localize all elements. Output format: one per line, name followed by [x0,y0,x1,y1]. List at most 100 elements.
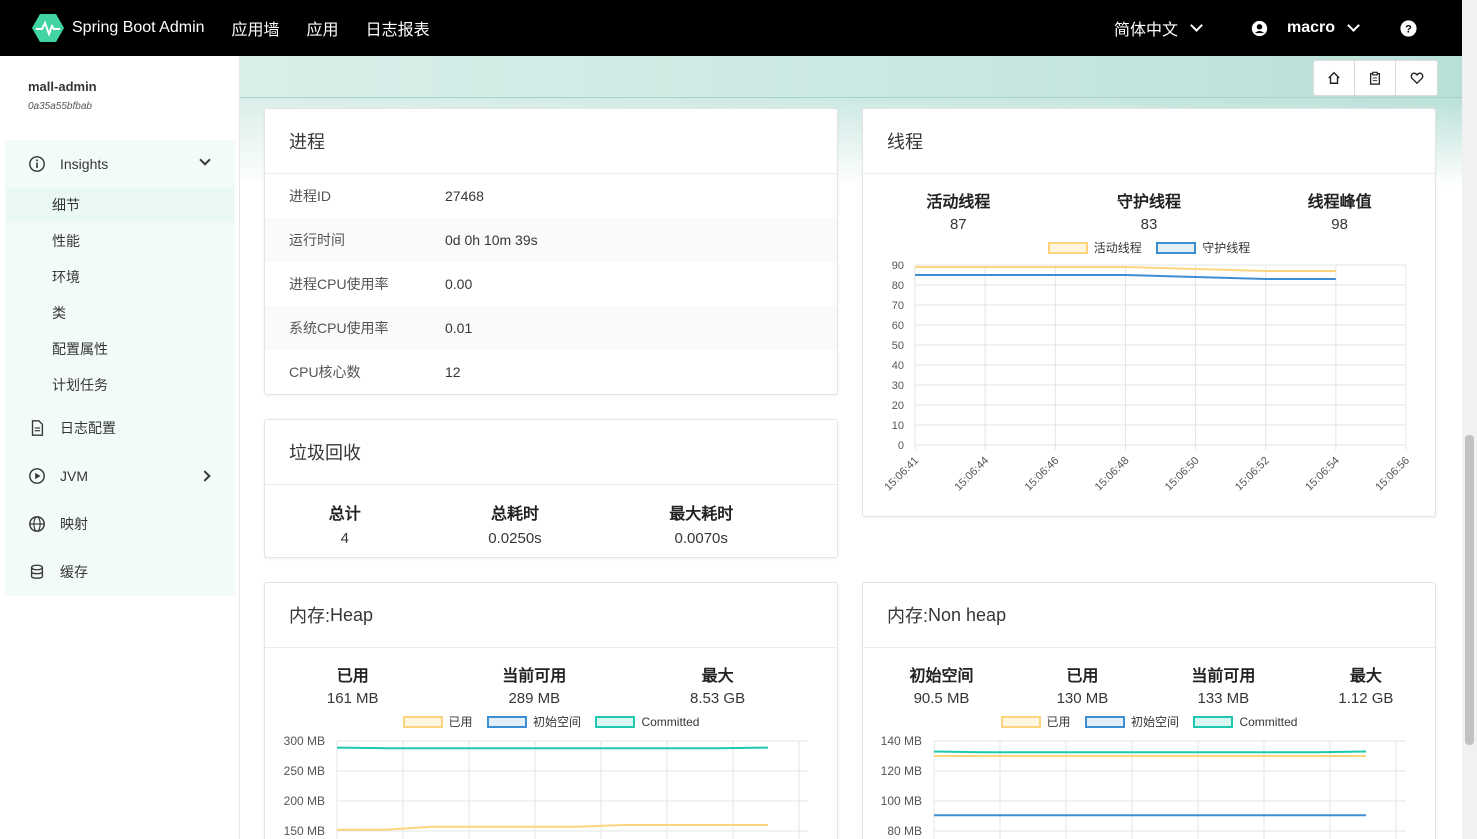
sidebar-item-details[interactable]: 细节 [6,188,234,221]
gc-stat-time: 总耗时 0.0250s [488,500,541,547]
username: macro [1286,19,1335,36]
sidebar: mall-admin 0a35a55bfbab Insights 细节 性能 环… [0,56,240,839]
chevron-down-icon [1190,18,1203,32]
heap-stat-committed: 当前可用 289 MB [502,662,566,707]
sidebar-item-logfile[interactable]: 日志配置 [5,404,235,452]
chevron-down-icon [199,154,211,166]
x-tick-label: 15:06:54 [1303,455,1342,494]
gc-card: 垃圾回收 总计 4 总耗时 0.0250s 最大耗时 0.0070s [264,419,838,558]
nav-wallboard[interactable]: 应用墙 [232,16,280,40]
sidebar-item-environment[interactable]: 环境 [6,260,234,293]
threads-chart: 0 10 20 30 40 50 60 70 80 90 15:06:41 15:06:44 15:06… [882,260,1412,494]
stat-label: 总计 [328,506,361,523]
process-card: 进程 进程ID 27468 运行时间 0d 0h 10m 39s 进程CPU使用率 0… [264,108,838,395]
legend-label: 活动线程 [1093,241,1142,255]
home-icon [1328,71,1340,84]
globe-icon [29,516,45,532]
heap-stat-used: 已用 161 MB [327,662,379,707]
legend-item[interactable]: 初始空间 [1084,713,1179,730]
clipboard-button[interactable] [1355,61,1396,95]
sidebar-item-scheduledtasks[interactable]: 计划任务 [6,368,234,401]
y-tick-label: 0 [898,440,904,452]
thread-stat-live: 活动线程 87 [926,188,990,233]
threads-card: 线程 活动线程 87 守护线程 83 线程峰值 98 活动线程 守护线程 0 10 20 3… [862,108,1436,517]
scrollbar-thumb[interactable] [1465,435,1474,745]
sidebar-item-configprops[interactable]: 配置属性 [6,332,234,365]
threads-stats: 活动线程 87 守护线程 83 线程峰值 98 [863,174,1435,233]
stat-value: 1.12 GB [1338,690,1394,707]
legend-swatch [486,715,527,728]
x-tick-label: 15:06:46 [1023,455,1062,494]
row-key: 运行时间 [289,232,345,248]
nonheap-stat-max: 最大 1.12 GB [1338,662,1393,707]
series-line [336,746,769,750]
app-id: 0a35a55bfbab [28,101,92,112]
row-key: 进程ID [289,188,331,204]
title-prefix: 内存: [887,606,929,626]
chevron-down-icon [1347,18,1360,32]
nonheap-stat-committed: 当前可用 133 MB [1191,662,1255,707]
nav-applications[interactable]: 应用 [307,16,339,40]
legend-item[interactable]: 已用 [1000,713,1071,730]
y-tick-label: 80 MB [887,824,922,838]
legend-item[interactable]: 初始空间 [486,713,581,730]
legend-item[interactable]: Committed [1193,715,1297,729]
heart-button[interactable] [1396,61,1437,95]
scrollbar[interactable] [1462,0,1477,839]
y-tick-label: 60 [892,320,904,332]
row-value: 0.01 [445,320,473,336]
y-tick-label: 80 [892,280,904,292]
help-icon[interactable]: ? [1400,19,1417,37]
gc-stat-total: 总计 4 [329,500,361,547]
brand[interactable]: Spring Boot Admin [32,12,205,44]
legend-label: 守护线程 [1202,241,1251,255]
row-key: 进程CPU使用率 [289,276,389,292]
thread-stat-peak: 线程峰值 98 [1308,188,1372,233]
stat-label: 守护线程 [1116,194,1181,211]
sidebar-item-beans[interactable]: 类 [6,296,234,329]
home-button[interactable] [1314,61,1355,95]
gc-stats: 总计 4 总耗时 0.0250s 最大耗时 0.0070s [265,485,837,547]
heap-stats: 已用 161 MB 当前可用 289 MB 最大 8.53 GB [265,648,837,707]
user-menu[interactable]: macro [1251,18,1360,37]
stat-value: 8.53 GB [690,690,746,707]
legend-item[interactable]: 活动线程 [1047,239,1142,256]
toolbar [1313,60,1438,96]
row-key: CPU核心数 [289,364,361,380]
stat-value: 0.0250s [488,530,542,547]
y-tick-label: 20 [892,400,904,412]
stat-label: 当前可用 [502,668,567,685]
legend-item[interactable]: 已用 [402,713,473,730]
legend-swatch [1084,715,1125,728]
x-tick-label: 15:06:56 [1373,455,1412,494]
table-row: 运行时间 0d 0h 10m 39s [265,218,837,262]
legend-item[interactable]: 守护线程 [1156,239,1250,256]
table-row: 进程ID 27468 [265,174,837,218]
nav-journal[interactable]: 日志报表 [366,16,430,40]
sidebar-item-caches[interactable]: 缓存 [5,548,235,596]
gc-stat-max: 最大耗时 0.0070s [669,500,733,547]
stat-label: 已用 [1066,668,1099,685]
table-row: CPU核心数 12 [265,350,837,394]
language-selector[interactable]: 简体中文 [1113,16,1203,40]
y-tick-label: 50 [892,340,904,352]
sidebar-item-metrics[interactable]: 性能 [6,224,234,257]
sidebar-item-label: 映射 [60,516,88,532]
y-tick-label: 40 [892,360,904,372]
title-name: Heap [330,604,374,625]
chevron-right-icon [199,470,211,482]
row-value: 27468 [445,188,484,204]
stat-value: 289 MB [508,690,561,707]
nonheap-title: 内存: Non heap [863,583,1435,648]
process-title: 进程 [265,109,837,174]
legend-swatch [1156,241,1197,254]
legend-item[interactable]: Committed [595,715,699,729]
stat-value: 161 MB [326,690,379,707]
sidebar-item-mappings[interactable]: 映射 [5,500,235,548]
nonheap-stats: 初始空间 90.5 MB 已用 130 MB 当前可用 133 MB 最大 1.12 G… [863,648,1435,707]
series-line [933,750,1367,754]
sidebar-item-jvm[interactable]: JVM [5,452,235,500]
sidebar-item-insights[interactable]: Insights [5,140,235,188]
legend-swatch [402,715,443,728]
language-label: 简体中文 [1113,22,1178,39]
